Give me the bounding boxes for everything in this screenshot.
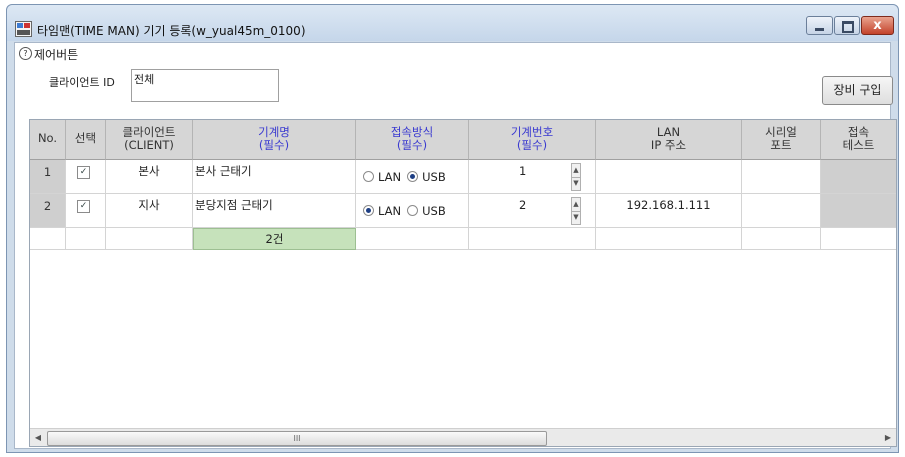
header-connect-test: 접속 테스트 xyxy=(821,120,896,160)
row-select-checkbox[interactable]: ✓ xyxy=(77,166,90,179)
client-id-input[interactable]: 전체 xyxy=(131,69,279,102)
maximize-button[interactable] xyxy=(834,16,860,35)
header-lan-ip: LAN IP 주소 xyxy=(596,120,742,160)
summary-empty xyxy=(106,228,193,250)
usb-radio[interactable] xyxy=(407,205,419,216)
row-serial-port[interactable] xyxy=(742,160,821,194)
row-select-cell: ✓ xyxy=(66,160,106,194)
lan-radio[interactable] xyxy=(363,171,374,182)
minimize-button[interactable] xyxy=(806,16,833,35)
scroll-left-icon[interactable]: ◀ xyxy=(30,429,46,446)
summary-empty xyxy=(66,228,106,250)
usb-radio[interactable] xyxy=(407,171,419,182)
header-serial-port: 시리얼 포트 xyxy=(742,120,821,160)
title-bar: 타임맨(TIME MAN) 기기 등록(w_yual45m_0100) x xyxy=(7,5,898,41)
spin-up-icon[interactable]: ▲ xyxy=(572,164,580,178)
row-lan-ip[interactable]: 192.168.1.111 xyxy=(596,194,742,228)
row-client[interactable]: 지사 xyxy=(106,194,193,228)
row-connection: LAN USB xyxy=(356,194,469,228)
scroll-right-icon[interactable]: ▶ xyxy=(880,429,896,446)
device-grid: No. 선택 클라이언트 (CLIENT) 기계명 (필수) 접속방식 (필수) 기계… xyxy=(29,119,897,447)
help-icon[interactable]: ? xyxy=(19,47,32,60)
client-area: ? 제어버튼 클라이언트 ID 전체 장비 구입 No. 선택 클라이언트 (CL… xyxy=(14,42,897,449)
header-select: 선택 xyxy=(66,120,106,160)
header-machine-name: 기계명 (필수) xyxy=(193,120,356,160)
spin-down-icon[interactable]: ▼ xyxy=(572,177,580,190)
scroll-thumb[interactable]: III xyxy=(47,431,547,446)
row-select-checkbox[interactable]: ✓ xyxy=(77,200,90,213)
row-connect-test[interactable] xyxy=(821,160,896,194)
row-machine-no[interactable]: 2 xyxy=(519,194,526,216)
summary-empty xyxy=(469,228,596,250)
lan-radio-label: LAN xyxy=(378,169,402,184)
row-count-summary: 2건 xyxy=(193,228,356,250)
row-serial-port[interactable] xyxy=(742,194,821,228)
row-connection: LAN USB xyxy=(356,160,469,194)
buy-equipment-button[interactable]: 장비 구입 xyxy=(822,76,893,105)
close-button[interactable]: x xyxy=(861,16,894,35)
header-no: No. xyxy=(30,120,66,160)
summary-empty xyxy=(596,228,742,250)
summary-empty xyxy=(742,228,821,250)
usb-radio-label: USB xyxy=(422,169,446,184)
control-buttons-label: 제어버튼 xyxy=(34,48,79,62)
row-machine-no-cell: 1 ▲ ▼ xyxy=(469,160,596,194)
horizontal-scrollbar[interactable]: ◀ III ▶ xyxy=(30,428,896,446)
window-title: 타임맨(TIME MAN) 기기 등록(w_yual45m_0100) xyxy=(37,24,306,38)
lan-radio-label: LAN xyxy=(378,203,402,218)
row-machine-no[interactable]: 1 xyxy=(519,160,526,182)
row-machine-name[interactable]: 분당지점 근태기 xyxy=(193,194,356,228)
row-machine-name[interactable]: 본사 근태기 xyxy=(193,160,356,194)
row-number: 1 xyxy=(30,160,66,194)
close-icon: x xyxy=(873,18,882,33)
window-app-icon xyxy=(15,21,32,37)
row-machine-no-cell: 2 ▲ ▼ xyxy=(469,194,596,228)
summary-empty xyxy=(821,228,896,250)
row-lan-ip[interactable] xyxy=(596,160,742,194)
row-number: 2 xyxy=(30,194,66,228)
header-client: 클라이언트 (CLIENT) xyxy=(106,120,193,160)
header-connection: 접속방식 (필수) xyxy=(356,120,469,160)
row-connect-test[interactable] xyxy=(821,194,896,228)
header-machine-no: 기계번호 (필수) xyxy=(469,120,596,160)
row-select-cell: ✓ xyxy=(66,194,106,228)
spin-up-icon[interactable]: ▲ xyxy=(572,198,580,212)
machine-no-spinner[interactable]: ▲ ▼ xyxy=(571,197,581,225)
summary-empty xyxy=(30,228,66,250)
client-id-label: 클라이언트 ID xyxy=(49,76,115,89)
summary-empty xyxy=(356,228,469,250)
usb-radio-label: USB xyxy=(422,203,446,218)
machine-no-spinner[interactable]: ▲ ▼ xyxy=(571,163,581,191)
lan-radio[interactable] xyxy=(363,205,374,216)
row-client[interactable]: 본사 xyxy=(106,160,193,194)
app-window: 타임맨(TIME MAN) 기기 등록(w_yual45m_0100) x ? … xyxy=(6,4,899,453)
spin-down-icon[interactable]: ▼ xyxy=(572,211,580,224)
